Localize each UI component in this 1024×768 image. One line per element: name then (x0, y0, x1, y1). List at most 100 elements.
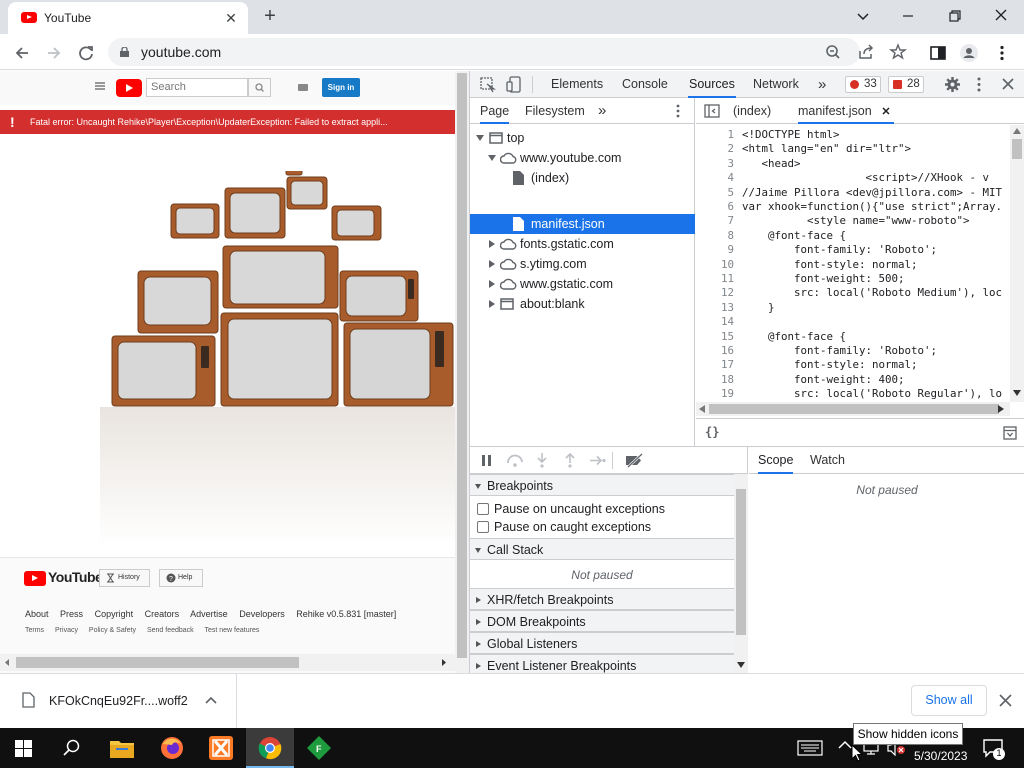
tab-watch[interactable]: Watch (810, 447, 845, 474)
code-line[interactable]: 19 src: local('Roboto Regular'), lo (696, 387, 1008, 401)
line-number[interactable]: 13 (696, 301, 734, 315)
line-number[interactable]: 18 (696, 373, 734, 387)
tree-item-youtube[interactable]: www.youtube.com (470, 148, 695, 168)
footer-youtube-logo-icon[interactable] (24, 571, 46, 586)
pause-caught-checkbox[interactable] (477, 521, 489, 533)
code-line[interactable]: 5 //Jaime Pillora <dev@jpillora.com> - MI… (696, 186, 1008, 200)
code-horizontal-scrollbar[interactable] (696, 402, 1010, 416)
issues-count-badge[interactable]: 28 (888, 76, 924, 93)
tab-elements[interactable]: Elements (551, 71, 603, 98)
settings-gear-icon[interactable] (944, 76, 961, 93)
reload-icon[interactable] (76, 43, 96, 63)
section-breakpoints[interactable]: Breakpoints (470, 474, 734, 496)
line-number[interactable]: 10 (696, 258, 734, 272)
youtube-logo-icon[interactable] (116, 79, 142, 97)
tab-sources[interactable]: Sources (688, 71, 736, 98)
pause-uncaught-checkbox[interactable] (477, 503, 489, 515)
footer-link[interactable]: Copyright (95, 609, 134, 619)
code-line[interactable]: 13 } (696, 301, 1008, 315)
deactivate-breakpoints-icon[interactable] (625, 453, 645, 468)
show-all-button[interactable]: Show all (911, 685, 987, 716)
device-toolbar-icon[interactable] (506, 76, 522, 93)
code-line[interactable]: 10 font-style: normal; (696, 258, 1008, 272)
pretty-print-icon[interactable]: {} (705, 425, 719, 439)
code-line[interactable]: 2 <html lang="en" dir="ltr"> (696, 142, 1008, 156)
editor-tab-manifest[interactable]: manifest.json (798, 98, 894, 124)
app-green-icon[interactable]: F (295, 728, 343, 768)
tree-item-manifest[interactable]: manifest.json (470, 214, 695, 234)
code-line[interactable]: 12 src: local('Roboto Medium'), loc (696, 286, 1008, 300)
tab-console[interactable]: Console (622, 71, 668, 98)
firefox-icon[interactable] (148, 728, 196, 768)
page-horizontal-scrollbar[interactable] (0, 654, 455, 671)
line-number[interactable]: 5 (696, 186, 734, 200)
code-view[interactable]: 1 <!DOCTYPE html> 2 <html lang="en" dir="lt… (696, 125, 1024, 402)
more-nav-tabs-icon[interactable]: » (598, 98, 606, 124)
start-button-icon[interactable] (0, 728, 48, 768)
tree-item-ytimg[interactable]: s.ytimg.com (470, 254, 695, 274)
line-number[interactable]: 15 (696, 330, 734, 344)
inspect-element-icon[interactable] (480, 77, 496, 93)
side-panel-icon[interactable] (928, 43, 948, 63)
line-number[interactable]: 16 (696, 344, 734, 358)
address-bar[interactable]: youtube.com (108, 38, 908, 66)
footer-link[interactable]: Policy & Safety (89, 627, 136, 634)
toggle-navigator-icon[interactable] (704, 103, 720, 119)
footer-link[interactable]: Test new features (204, 627, 259, 634)
browser-tab-youtube[interactable]: YouTube ✕ (8, 2, 248, 34)
zoom-icon[interactable] (823, 42, 843, 62)
line-number[interactable]: 12 (696, 286, 734, 300)
new-tab-icon[interactable]: + (260, 6, 280, 26)
nav-tab-filesystem[interactable]: Filesystem (525, 98, 585, 124)
xampp-icon[interactable] (197, 728, 245, 768)
footer-link[interactable]: Developers (239, 609, 285, 619)
line-number[interactable]: 9 (696, 243, 734, 257)
line-number[interactable]: 11 (696, 272, 734, 286)
line-number[interactable]: 1 (696, 128, 734, 142)
editor-tab-index[interactable]: (index) (733, 98, 771, 124)
line-number[interactable]: 7 (696, 214, 734, 228)
section-xhr-breakpoints[interactable]: XHR/fetch Breakpoints (470, 588, 734, 610)
guide-menu-icon[interactable] (95, 82, 105, 90)
lock-icon[interactable] (120, 47, 129, 57)
upload-camera-icon[interactable] (298, 84, 308, 91)
step-into-icon[interactable] (536, 453, 548, 468)
help-button[interactable]: ? Help (159, 569, 203, 587)
search-icon[interactable] (48, 728, 96, 768)
line-number[interactable]: 6 (696, 200, 734, 214)
restore-icon[interactable] (943, 6, 967, 26)
keyboard-icon[interactable] (797, 739, 823, 757)
devtools-close-icon[interactable] (1001, 77, 1015, 91)
notifications-icon[interactable]: 1 (982, 738, 1008, 760)
sign-in-button[interactable]: Sign in (322, 78, 360, 97)
footer-youtube-logo-text[interactable]: YouTube (48, 569, 103, 585)
tab-network[interactable]: Network (753, 71, 799, 98)
line-number[interactable]: 19 (696, 387, 734, 401)
footer-link[interactable]: About (25, 609, 49, 619)
nav-tab-page[interactable]: Page (480, 98, 510, 124)
chrome-menu-icon[interactable] (992, 43, 1012, 63)
clock-date[interactable]: 5/30/2023 (914, 749, 967, 763)
youtube-search-button[interactable] (248, 78, 271, 97)
chrome-taskbar-icon[interactable] (246, 728, 294, 768)
line-number[interactable]: 2 (696, 142, 734, 156)
code-line[interactable]: 1 <!DOCTYPE html> (696, 128, 1008, 142)
code-line[interactable]: 14 (696, 315, 1008, 329)
step-icon[interactable] (590, 455, 606, 466)
line-number[interactable]: 8 (696, 229, 734, 243)
pause-icon[interactable] (482, 455, 492, 466)
error-count-badge[interactable]: 33 (845, 76, 881, 93)
code-line[interactable]: 16 font-family: 'Roboto'; (696, 344, 1008, 358)
code-line[interactable]: 4 <script>//XHook - v (696, 171, 1008, 185)
code-line[interactable]: 9 font-family: 'Roboto'; (696, 243, 1008, 257)
code-line[interactable]: 6 var xhook=function(){"use strict";Array… (696, 200, 1008, 214)
forward-icon[interactable] (44, 43, 64, 63)
download-item[interactable]: KFOkCnqEu92Fr....woff2 (0, 674, 237, 729)
history-button[interactable]: History (99, 569, 150, 587)
code-line[interactable]: 7 <style name="www-roboto"> (696, 214, 1008, 228)
footer-link[interactable]: Press (60, 609, 83, 619)
code-line[interactable]: 15 @font-face { (696, 330, 1008, 344)
section-dom-breakpoints[interactable]: DOM Breakpoints (470, 610, 734, 632)
code-line[interactable]: 3 <head> (696, 157, 1008, 171)
code-line[interactable]: 8 @font-face { (696, 229, 1008, 243)
